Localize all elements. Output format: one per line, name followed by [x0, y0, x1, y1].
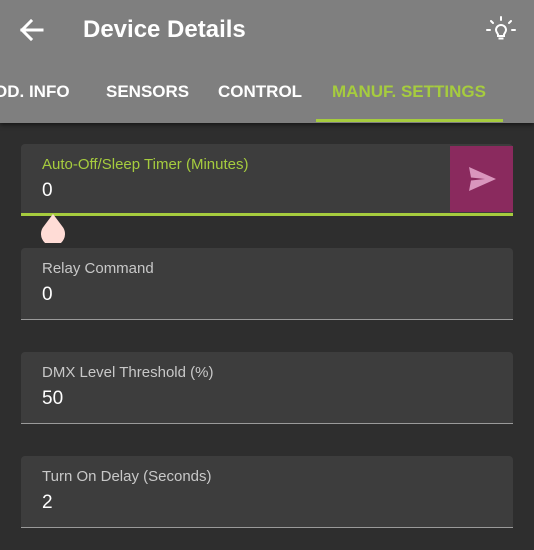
relay-command-underline — [21, 319, 513, 320]
dmx-threshold-label: DMX Level Threshold (%) — [42, 364, 214, 381]
dmx-threshold-underline — [21, 423, 513, 424]
turn-on-delay-field[interactable]: Turn On Delay (Seconds) — [21, 456, 513, 528]
cursor-handle-icon — [41, 214, 65, 246]
tab-sensors[interactable]: SENSORS — [106, 62, 189, 123]
back-button[interactable] — [14, 12, 50, 48]
relay-command-field[interactable]: Relay Command — [21, 248, 513, 320]
turn-on-delay-input[interactable] — [42, 490, 442, 516]
app-bar: Device Details OD. INFO SENSORS CONTROL … — [0, 0, 534, 123]
send-icon — [469, 167, 496, 191]
sleep-timer-input[interactable] — [42, 178, 442, 204]
app-screen: Device Details OD. INFO SENSORS CONTROL … — [0, 0, 534, 550]
relay-command-label: Relay Command — [42, 260, 154, 277]
lightbulb-button[interactable] — [483, 12, 519, 48]
dmx-threshold-field[interactable]: DMX Level Threshold (%) — [21, 352, 513, 424]
tab-manuf-settings[interactable]: MANUF. SETTINGS — [332, 62, 486, 123]
relay-command-input[interactable] — [42, 282, 442, 308]
turn-on-delay-label: Turn On Delay (Seconds) — [42, 468, 212, 485]
tab-bar: OD. INFO SENSORS CONTROL MANUF. SETTINGS — [0, 62, 534, 123]
sleep-timer-field[interactable]: Auto-Off/Sleep Timer (Minutes) — [21, 144, 513, 216]
tab-control[interactable]: CONTROL — [218, 62, 302, 123]
dmx-threshold-input[interactable] — [42, 386, 442, 412]
sleep-timer-underline — [21, 213, 513, 216]
active-tab-indicator — [316, 119, 503, 122]
tab-product-info[interactable]: OD. INFO — [0, 62, 70, 123]
text-cursor-handle[interactable] — [40, 213, 66, 246]
turn-on-delay-underline — [21, 527, 513, 528]
send-button[interactable] — [450, 146, 513, 212]
arrow-left-icon — [19, 18, 44, 42]
lightbulb-icon — [486, 16, 516, 40]
sleep-timer-label: Auto-Off/Sleep Timer (Minutes) — [42, 156, 249, 173]
page-title: Device Details — [83, 16, 246, 43]
